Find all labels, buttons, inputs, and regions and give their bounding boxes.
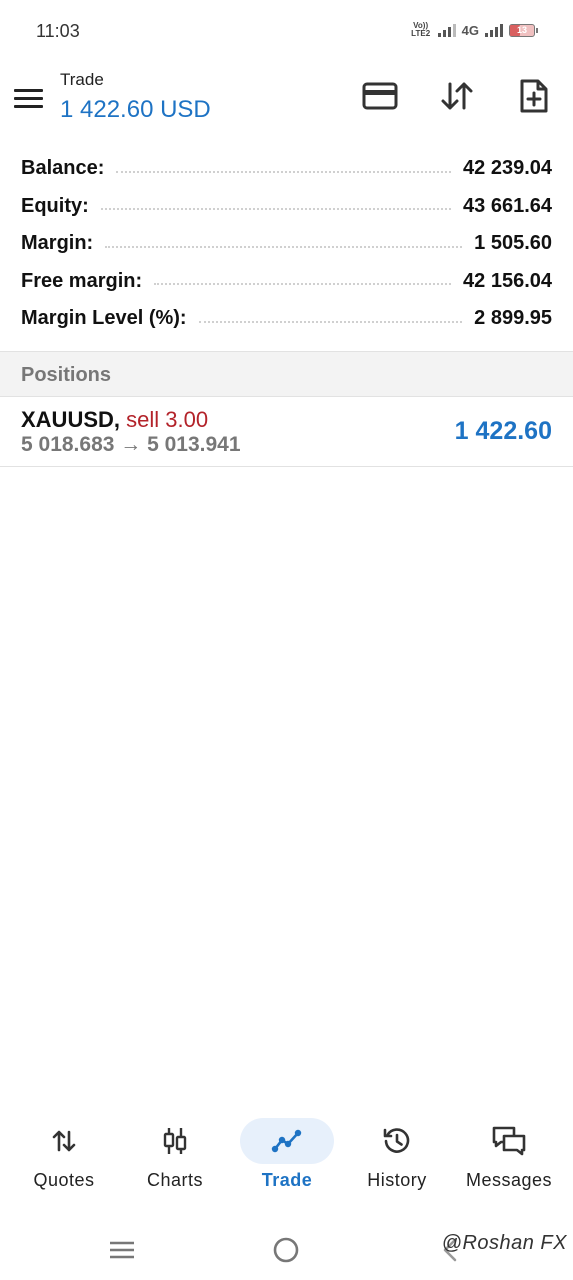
nav-quotes-label: Quotes (33, 1170, 95, 1190)
position-profit: 1 422.60 (454, 417, 552, 445)
position-row[interactable]: XAUUSD, sell 3.00 5 018.683 → 5 013.941 … (0, 397, 573, 467)
dot-leader (116, 170, 452, 173)
dot-leader (154, 283, 452, 286)
new-order-icon[interactable] (514, 76, 554, 116)
position-title: XAUUSD, sell 3.00 (21, 407, 208, 433)
positions-header: Positions (0, 351, 573, 397)
margin-level-value: 2 899.95 (474, 307, 552, 330)
nav-trade-label: Trade (261, 1170, 313, 1190)
position-prices: 5 018.683 → 5 013.941 (21, 433, 241, 456)
balance-row: Balance: 42 239.04 (0, 150, 573, 188)
free-margin-row: Free margin: 42 156.04 (0, 263, 573, 301)
nav-history-label: History (367, 1170, 427, 1190)
watermark: @Roshan FX (441, 1232, 567, 1254)
recent-apps-icon[interactable] (102, 1230, 142, 1270)
home-icon[interactable] (266, 1230, 306, 1270)
position-side: sell 3.00 (126, 407, 209, 432)
dot-leader (100, 208, 452, 211)
card-icon[interactable] (360, 76, 400, 116)
free-margin-label: Free margin: (21, 269, 143, 292)
margin-row: Margin: 1 505.60 (0, 225, 573, 263)
nav-quotes[interactable]: Quotes (8, 1108, 120, 1203)
signal-icon (437, 23, 456, 37)
page-title: Trade (60, 70, 104, 89)
status-time: 11:03 (36, 21, 80, 41)
trade-icon (240, 1118, 334, 1164)
history-icon (350, 1118, 444, 1164)
status-icons: Vo)) LTE2 4G 13 (410, 21, 538, 38)
messages-icon (462, 1118, 556, 1164)
volte-indicator: Vo)) LTE2 (411, 21, 431, 38)
sort-icon[interactable] (437, 76, 477, 116)
positions-title: Positions (21, 364, 112, 386)
nav-charts[interactable]: Charts (119, 1108, 231, 1203)
signal-icon-2 (485, 23, 503, 37)
margin-level-label: Margin Level (%): (21, 307, 187, 330)
account-summary: Balance: 42 239.04 Equity: 43 661.64 Mar… (0, 150, 573, 338)
equity-label: Equity: (21, 194, 89, 217)
menu-icon[interactable] (14, 82, 46, 114)
margin-label: Margin: (21, 232, 94, 255)
position-symbol: XAUUSD, (21, 407, 121, 432)
battery-icon: 13 (509, 23, 538, 37)
nav-charts-label: Charts (146, 1170, 203, 1190)
nav-trade[interactable]: Trade (231, 1108, 343, 1203)
charts-icon (128, 1118, 222, 1164)
bottom-navigation: Quotes Charts Trade History Messages (0, 1108, 573, 1208)
system-navigation: @Roshan FX (0, 1218, 573, 1280)
equity-row: Equity: 43 661.64 (0, 188, 573, 226)
network-type: 4G (461, 22, 479, 38)
dot-leader (105, 245, 463, 248)
margin-level-row: Margin Level (%): 2 899.95 (0, 300, 573, 338)
balance-label: Balance: (21, 157, 105, 180)
status-bar: 11:03 Vo)) LTE2 4G 13 (0, 0, 573, 62)
floating-profit: 1 422.60 USD (60, 96, 211, 123)
margin-value: 1 505.60 (474, 232, 552, 255)
balance-value: 42 239.04 (463, 157, 552, 180)
dot-leader (198, 320, 463, 323)
nav-messages-label: Messages (465, 1170, 553, 1190)
battery-level: 13 (516, 24, 527, 35)
free-margin-value: 42 156.04 (463, 269, 552, 292)
nav-messages[interactable]: Messages (453, 1108, 565, 1203)
quotes-icon (17, 1118, 111, 1164)
app-bar: Trade 1 422.60 USD (0, 62, 573, 140)
nav-history[interactable]: History (341, 1108, 453, 1203)
equity-value: 43 661.64 (463, 194, 552, 217)
